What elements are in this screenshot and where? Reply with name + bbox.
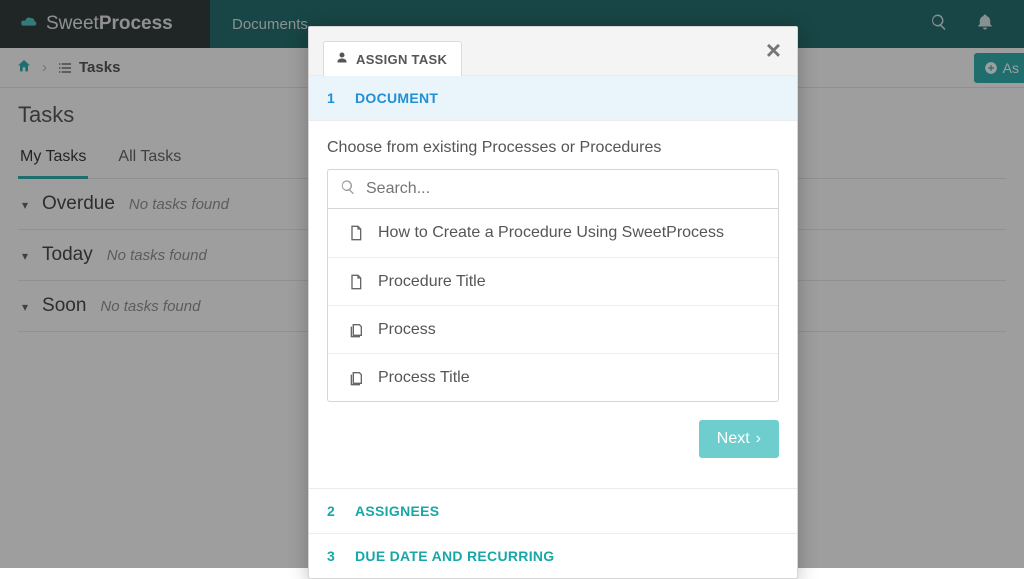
multi-document-icon — [348, 321, 364, 339]
close-icon[interactable]: × — [766, 37, 781, 63]
step-label: ASSIGNEES — [355, 503, 439, 519]
step-number: 2 — [327, 503, 341, 519]
step-assignees[interactable]: 2 ASSIGNEES — [309, 488, 797, 533]
list-item-label: Process Title — [378, 369, 470, 387]
list-item-label: Process — [378, 321, 436, 339]
list-item[interactable]: How to Create a Procedure Using SweetPro… — [328, 209, 778, 257]
modal-body: Choose from existing Processes or Proced… — [309, 120, 797, 488]
person-icon — [336, 51, 348, 67]
chevron-right-icon: › — [756, 430, 761, 448]
instruction-text: Choose from existing Processes or Proced… — [327, 125, 779, 169]
list-item[interactable]: Procedure Title — [328, 257, 778, 305]
modal-header: ASSIGN TASK × — [309, 27, 797, 75]
search-icon — [340, 179, 356, 200]
search-input[interactable] — [366, 180, 766, 198]
step-label: DOCUMENT — [355, 90, 438, 106]
multi-document-icon — [348, 369, 364, 387]
next-button[interactable]: Next › — [699, 420, 779, 458]
modal-title-text: ASSIGN TASK — [356, 52, 447, 67]
modal-title-tab: ASSIGN TASK — [323, 41, 462, 76]
document-icon — [348, 224, 364, 242]
modal-footer: Next › — [327, 402, 779, 472]
document-list: How to Create a Procedure Using SweetPro… — [327, 209, 779, 402]
step-number: 3 — [327, 548, 341, 564]
step-label: DUE DATE AND RECURRING — [355, 548, 555, 564]
list-item[interactable]: Process — [328, 305, 778, 353]
step-due-date[interactable]: 3 DUE DATE AND RECURRING — [309, 533, 797, 578]
assign-task-modal: ASSIGN TASK × 1 DOCUMENT Choose from exi… — [308, 26, 798, 579]
search-field-wrap[interactable] — [327, 169, 779, 209]
list-item-label: How to Create a Procedure Using SweetPro… — [378, 224, 724, 242]
step-number: 1 — [327, 90, 341, 106]
step-document[interactable]: 1 DOCUMENT — [309, 75, 797, 120]
document-icon — [348, 273, 364, 291]
list-item-label: Procedure Title — [378, 273, 486, 291]
list-item[interactable]: Process Title — [328, 353, 778, 401]
